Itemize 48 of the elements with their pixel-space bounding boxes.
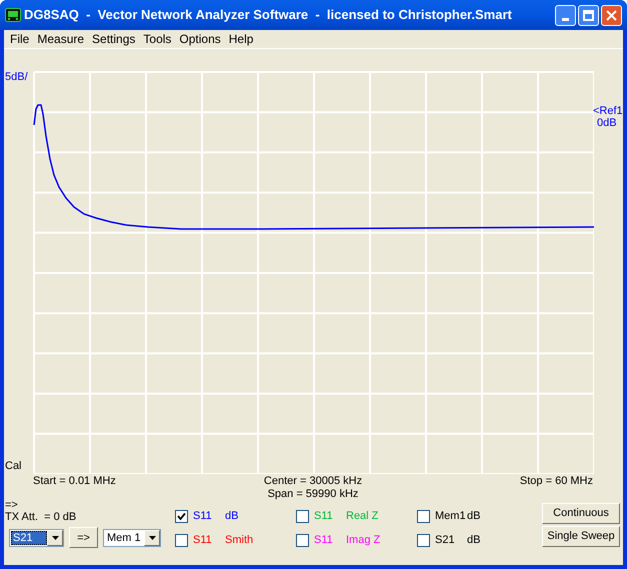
- trace-format: dB: [467, 532, 480, 548]
- checkbox[interactable]: [417, 510, 430, 522]
- menu-item[interactable]: Options: [175, 30, 225, 48]
- menu-item[interactable]: Measure: [33, 30, 88, 48]
- trace-parameter: S11: [314, 508, 334, 524]
- maximize-button[interactable]: [578, 4, 599, 26]
- arrow-label: =>: [5, 499, 19, 511]
- trace-format: Real Z: [346, 508, 378, 524]
- checkbox[interactable]: [175, 510, 188, 522]
- scale-label: 5dB/: [4, 71, 29, 84]
- tx-attenuation: TX Att. = 0 dB: [5, 511, 78, 523]
- minimize-icon: [562, 18, 569, 20]
- target-dropdown[interactable]: Mem 1: [103, 528, 161, 546]
- trace-format: Smith: [225, 532, 254, 548]
- minimize-button[interactable]: [555, 4, 576, 26]
- maximize-icon: [583, 10, 594, 20]
- span-frequency: Span = 59990 kHz: [268, 488, 358, 501]
- trace-parameter: S11: [193, 508, 213, 524]
- app-icon: [5, 8, 21, 22]
- reference-label: <Ref1: [593, 105, 623, 117]
- start-frequency: Start = 0.01 MHz: [33, 475, 117, 489]
- trace-format: Imag Z: [346, 532, 380, 548]
- menu-item[interactable]: File: [6, 30, 34, 48]
- copy-button[interactable]: =>: [69, 527, 98, 548]
- trace-parameter: Mem1: [435, 508, 467, 524]
- checkbox[interactable]: [296, 510, 309, 522]
- stop-frequency: Stop = 60 MHz: [518, 475, 593, 489]
- close-icon: [606, 10, 617, 20]
- menu-item[interactable]: Tools: [139, 30, 176, 48]
- trace-parameter: S21: [435, 532, 456, 548]
- trace-parameter: S11: [314, 532, 334, 548]
- trace-parameter: S11: [193, 532, 213, 548]
- trace-format: dB: [225, 508, 238, 524]
- calibration-label: Cal: [4, 460, 23, 473]
- menu-item[interactable]: Help: [224, 30, 258, 48]
- trace-format: dB: [467, 508, 480, 524]
- checkbox[interactable]: [296, 534, 309, 546]
- window-title: DG8SAQ - Vector Network Analyzer Software - licensed to Christopher.Smart: [24, 6, 512, 24]
- sweep-button[interactable]: Continuous: [542, 503, 620, 524]
- menu-item[interactable]: Settings: [88, 30, 140, 48]
- sweep-button[interactable]: Single Sweep: [542, 526, 620, 547]
- center-frequency: Center = 30005 kHz: [264, 475, 362, 488]
- checkbox[interactable]: [175, 534, 188, 546]
- source-dropdown[interactable]: S21: [9, 528, 64, 546]
- close-button[interactable]: [601, 4, 622, 26]
- reference-value: 0dB: [596, 117, 618, 129]
- checkmark-icon: [177, 512, 186, 520]
- checkbox[interactable]: [417, 534, 430, 546]
